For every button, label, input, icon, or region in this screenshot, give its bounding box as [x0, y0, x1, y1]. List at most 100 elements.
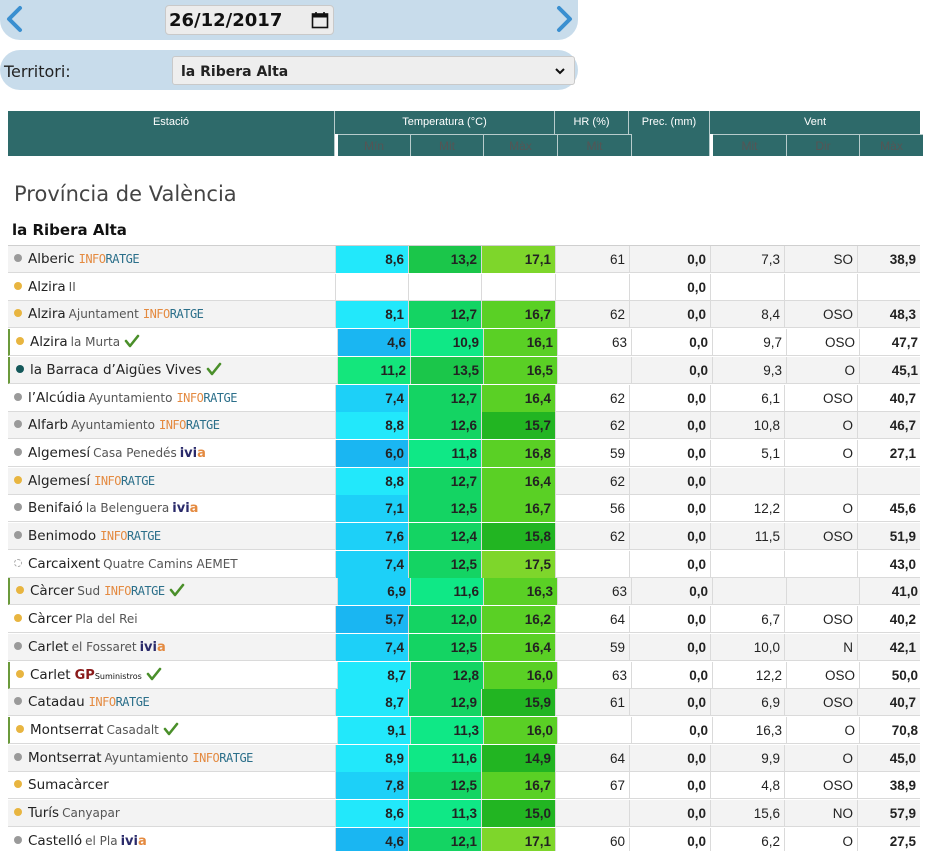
cell-prec: 0,0 [629, 301, 710, 329]
table-row[interactable]: l’Alcúdia Ayuntamiento INFORATGE 7,4 12,7 16,… [8, 384, 920, 412]
calendar-icon[interactable] [311, 11, 329, 29]
table-row[interactable]: Alberic INFORATGE 8,6 13,2 17,1 61 0,0 7,3 SO 38,… [8, 246, 920, 273]
header-vent-mit: Mit [713, 134, 787, 156]
cell-mit: 11,8 [408, 439, 481, 467]
territory-bar: Territori: la Ribera Alta [0, 50, 578, 90]
previous-day-arrow-icon[interactable] [2, 4, 28, 34]
table-row[interactable]: Carlet GPSuministros 8,7 12,8 16,0 63 0,0 12,2 O… [8, 661, 920, 689]
cell-min: 8,6 [335, 800, 408, 827]
table-row[interactable]: Carlet el Fossaret ivia 7,4 12,5 16,4 59 0,0 10,… [8, 633, 920, 661]
cell-vmit: 5,1 [710, 439, 784, 467]
table-row[interactable]: Montserrat Ayuntamiento INFORATGE 8,9 11,6 14… [8, 744, 920, 772]
cell-vmax: 27,1 [857, 439, 920, 467]
station-name-cell[interactable]: Castelló el Pla ivia [8, 828, 335, 851]
station-name-cell[interactable]: l’Alcúdia Ayuntamiento INFORATGE [8, 385, 335, 412]
cell-prec: 0,0 [631, 578, 712, 606]
table-row[interactable]: Alzira la Murta 4,6 10,9 16,1 63 0,0 9,7 OSO 47,7 [8, 329, 920, 357]
inforatge-logo: INFORATGE [94, 474, 155, 488]
station-name-cell[interactable]: Benimodo INFORATGE [8, 523, 335, 550]
table-row[interactable]: Algemesí INFORATGE 8,8 12,7 16,4 62 0,0 [8, 467, 920, 495]
comarca-title: la Ribera Alta [12, 221, 127, 239]
cell-max: 16,3 [483, 578, 557, 606]
logo-part: INFO [88, 695, 116, 710]
cell-dir: O [784, 827, 857, 851]
header-vent-max: Màx [860, 134, 923, 156]
table-row[interactable]: Castelló el Pla ivia 4,6 12,1 17,1 60 0,0 6,2 O 27… [8, 827, 920, 851]
station-name-cell[interactable]: Alzira Ajuntament INFORATGE [8, 301, 335, 328]
station-name-cell[interactable]: Algemesí INFORATGE [8, 468, 335, 495]
station-name-cell[interactable]: Càrcer Pla del Rei [8, 606, 335, 633]
station-name-cell[interactable]: Alzira II [8, 274, 335, 301]
cell-vmit [710, 550, 784, 578]
cell-min: 8,8 [335, 412, 408, 440]
inforatge-logo: INFORATGE [79, 252, 140, 266]
cell-hr: 62 [555, 301, 629, 329]
station-name-cell[interactable]: Carlet GPSuministros [10, 662, 337, 689]
date-value: 26/12/2017 [169, 10, 283, 31]
station-name-cell[interactable]: Montserrat Casadalt [10, 717, 337, 744]
cell-mit: 12,5 [408, 550, 481, 578]
station-name-cell[interactable]: Sumacàrcer [8, 772, 335, 799]
header-hr-mit: Mit [558, 134, 632, 156]
table-header: Estació Temperatura (°C) HR (%) Prec. (m… [8, 111, 923, 156]
table-row[interactable]: Alzira II 0,0 [8, 273, 920, 301]
cell-max: 16,8 [481, 439, 555, 467]
table-row[interactable]: Montserrat Casadalt 9,1 11,3 16,0 0,0 16,3 O 70,… [8, 716, 920, 744]
station-subname: Quatre Camins AEMET [103, 556, 238, 571]
station-subname: II [68, 279, 76, 294]
logo-part: ivi [120, 833, 138, 849]
status-dot-icon [14, 392, 22, 401]
territory-label: Territori: [4, 62, 71, 81]
cell-hr: 60 [555, 827, 629, 851]
status-dot-icon [14, 780, 22, 789]
table-row[interactable]: Catadau INFORATGE 8,7 12,9 15,9 61 0,0 6,9 OSO 40… [8, 689, 920, 717]
territory-select[interactable]: la Ribera Alta [172, 56, 575, 85]
status-dot-icon [16, 337, 24, 346]
station-name-cell[interactable]: Catadau INFORATGE [8, 689, 335, 716]
header-vent-dir: Dir [787, 134, 860, 156]
header-vent: Vent [710, 111, 920, 134]
station-name-cell[interactable]: Algemesí Casa Penedés ivia [8, 440, 335, 467]
cell-min: 4,6 [335, 827, 408, 851]
table-row[interactable]: Benimodo INFORATGE 7,6 12,4 15,8 62 0,0 11,5 OSO… [8, 523, 920, 550]
checkmark-icon [124, 334, 140, 348]
cell-hr: 64 [555, 606, 629, 634]
cell-hr: 56 [555, 495, 629, 523]
table-row[interactable]: la Barraca d’Aigües Vives 11,2 13,5 16,5 0,0… [8, 356, 920, 384]
station-name: la Barraca d’Aigües Vives [30, 361, 202, 378]
station-name-cell[interactable]: la Barraca d’Aigües Vives [10, 357, 337, 384]
logo-part: INFO [192, 750, 220, 765]
station-name-cell[interactable]: Alzira la Murta [10, 329, 337, 356]
station-subname: Ajuntament [68, 307, 139, 322]
table-row[interactable]: Turís Canyapar 8,6 11,3 15,0 0,0 15,6 NO 57,9 [8, 800, 920, 827]
cell-mit [408, 273, 481, 301]
station-name-cell[interactable]: Carcaixent Quatre Camins AEMET [8, 551, 335, 578]
station-name-cell[interactable]: Carlet el Fossaret ivia [8, 634, 335, 661]
station-name-cell[interactable]: Càrcer Sud INFORATGE [10, 578, 337, 605]
station-name: Castelló [28, 832, 83, 849]
station-name-cell[interactable]: Benifaió la Belenguera ivia [8, 495, 335, 522]
station-name: Carlet [30, 666, 71, 683]
station-name-cell[interactable]: Alfarb Ayuntamiento INFORATGE [8, 412, 335, 439]
table-row[interactable]: Càrcer Sud INFORATGE 6,9 11,6 16,3 63 0,0 41,0 [8, 578, 920, 606]
date-input[interactable]: 26/12/2017 [165, 5, 334, 35]
station-name-cell[interactable]: Turís Canyapar [8, 800, 335, 827]
cell-max: 16,4 [481, 633, 555, 661]
logo-part: RATGE [115, 695, 150, 710]
table-row[interactable]: Alfarb Ayuntamiento INFORATGE 8,8 12,6 15,7 62… [8, 412, 920, 440]
station-name-cell[interactable]: Montserrat Ayuntamiento INFORATGE [8, 745, 335, 772]
logo-part: INFO [104, 584, 131, 599]
cell-dir: O [786, 716, 859, 744]
table-row[interactable]: Càrcer Pla del Rei 5,7 12,0 16,2 64 0,0 6,7 OSO 4… [8, 606, 920, 634]
next-day-arrow-icon[interactable] [551, 4, 577, 34]
table-row[interactable]: Sumacàrcer 7,8 12,5 16,7 67 0,0 4,8 OSO 38,9 [8, 772, 920, 800]
table-row[interactable]: Benifaió la Belenguera ivia 7,1 12,5 16,7 56 0,… [8, 495, 920, 523]
table-row[interactable]: Algemesí Casa Penedés ivia 6,0 11,8 16,8 59 0,0… [8, 439, 920, 467]
cell-vmax: 57,9 [857, 800, 920, 827]
cell-max [481, 273, 555, 301]
station-name: Alzira [30, 334, 68, 351]
station-name-cell[interactable]: Alberic INFORATGE [8, 246, 335, 273]
table-row[interactable]: Carcaixent Quatre Camins AEMET 7,4 12,5 17,5… [8, 550, 920, 578]
table-row[interactable]: Alzira Ajuntament INFORATGE 8,1 12,7 16,7 62 0,… [8, 301, 920, 329]
cell-max: 16,7 [481, 301, 555, 329]
